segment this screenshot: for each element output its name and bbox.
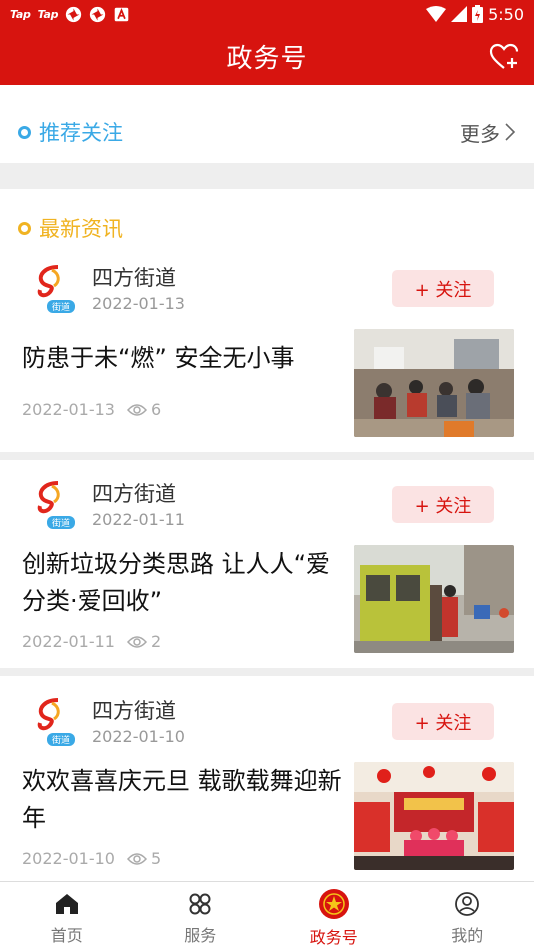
battery-icon bbox=[472, 5, 484, 23]
source-name: 四方街道 bbox=[92, 482, 176, 506]
source-badge: 街道 bbox=[52, 301, 70, 313]
source-name: 四方街道 bbox=[92, 266, 176, 290]
article-meta: 2022-01-13 6 bbox=[22, 400, 161, 419]
more-label: 更多 bbox=[460, 121, 500, 146]
tab-label: 服务 bbox=[184, 926, 217, 945]
source-name: 四方街道 bbox=[92, 699, 176, 723]
recommend-title: 推荐关注 bbox=[39, 121, 123, 145]
follow-button[interactable]: + 关注 bbox=[392, 270, 494, 307]
taptap-label-2: Tap bbox=[37, 7, 59, 21]
source-badge: 街道 bbox=[52, 517, 70, 529]
home-icon bbox=[55, 894, 78, 914]
page-title: 政务号 bbox=[226, 44, 308, 74]
article-card[interactable]: 街道 四方街道 2022-01-10 + 关注 欢欢喜喜庆元旦 载歌载舞迎新年 … bbox=[0, 687, 534, 885]
clock-time: 5:50 bbox=[488, 4, 524, 24]
source-avatar: 街道 bbox=[37, 265, 75, 313]
status-system: 5:50 bbox=[426, 5, 524, 24]
article-card[interactable]: 街道 四方街道 2022-01-13 + 关注 防患于未“燃” 安全无小事 20… bbox=[0, 254, 534, 452]
article-card[interactable]: 街道 四方街道 2022-01-11 + 关注 创新垃圾分类思路 让人人“爱分类… bbox=[0, 470, 534, 668]
view-count-value: 6 bbox=[150, 400, 162, 419]
article-thumbnail[interactable] bbox=[354, 329, 514, 437]
view-count-value: 5 bbox=[150, 849, 162, 868]
section-divider bbox=[0, 163, 534, 189]
article-date: 2022-01-10 bbox=[22, 849, 115, 868]
source-avatar: 街道 bbox=[37, 481, 75, 529]
latest-dot bbox=[18, 221, 31, 235]
pinwheel-icon bbox=[66, 6, 82, 22]
view-count-value: 2 bbox=[150, 632, 162, 651]
article-meta: 2022-01-10 5 bbox=[22, 849, 161, 868]
article-headline[interactable]: 防患于未“燃” 安全无小事 bbox=[22, 340, 342, 377]
view-count: 5 bbox=[126, 849, 162, 868]
app-a-icon bbox=[114, 7, 129, 21]
heart-plus-icon[interactable] bbox=[488, 41, 520, 73]
article-headline[interactable]: 创新垃圾分类思路 让人人“爱分类·爱回收” bbox=[22, 546, 342, 620]
tab-label: 首页 bbox=[50, 926, 83, 945]
taptap-label-1: Tap bbox=[10, 7, 31, 21]
article-date: 2022-01-11 bbox=[22, 632, 115, 651]
more-link[interactable]: 更多 bbox=[460, 118, 516, 147]
status-notifications: Tap Tap bbox=[10, 6, 130, 23]
bottom-tab-bar: 首页 服务 政务号 我的 bbox=[0, 881, 534, 950]
eye-icon bbox=[126, 635, 147, 648]
view-count: 6 bbox=[126, 400, 162, 419]
eye-icon bbox=[126, 852, 147, 865]
follow-button[interactable]: + 关注 bbox=[392, 486, 494, 523]
tab-label: 政务号 bbox=[309, 928, 358, 947]
latest-header: 最新资讯 bbox=[0, 210, 534, 246]
source-date: 2022-01-10 bbox=[92, 727, 185, 746]
article-thumbnail[interactable] bbox=[354, 545, 514, 653]
app-bar: 政务号 bbox=[0, 28, 534, 85]
tab-label: 我的 bbox=[451, 926, 484, 945]
follow-button[interactable]: + 关注 bbox=[392, 703, 494, 740]
card-divider bbox=[0, 452, 534, 460]
source-avatar: 街道 bbox=[37, 698, 75, 746]
article-date: 2022-01-13 bbox=[22, 400, 115, 419]
latest-title: 最新资讯 bbox=[39, 217, 123, 241]
grid-icon bbox=[189, 893, 211, 915]
user-icon bbox=[455, 892, 480, 916]
status-bar: Tap Tap 5:50 bbox=[0, 0, 534, 28]
pinwheel-icon-2 bbox=[90, 6, 106, 22]
signal-icon bbox=[451, 6, 468, 22]
chevron-right-icon bbox=[505, 123, 516, 141]
source-date: 2022-01-11 bbox=[92, 510, 185, 529]
emblem-icon bbox=[318, 889, 349, 919]
tab-services[interactable]: 服务 bbox=[134, 882, 268, 950]
recommend-header: 推荐关注 更多 bbox=[0, 112, 534, 152]
source-date: 2022-01-13 bbox=[92, 294, 185, 313]
article-thumbnail[interactable] bbox=[354, 762, 514, 870]
source-badge: 街道 bbox=[52, 734, 70, 746]
tab-profile[interactable]: 我的 bbox=[401, 882, 534, 950]
article-meta: 2022-01-11 2 bbox=[22, 632, 161, 651]
article-headline[interactable]: 欢欢喜喜庆元旦 载歌载舞迎新年 bbox=[22, 763, 342, 837]
view-count: 2 bbox=[126, 632, 162, 651]
tab-home[interactable]: 首页 bbox=[0, 882, 134, 950]
tab-gov-account[interactable]: 政务号 bbox=[267, 882, 401, 950]
card-divider bbox=[0, 668, 534, 676]
eye-icon bbox=[126, 403, 147, 416]
recommend-dot bbox=[18, 125, 31, 139]
wifi-icon bbox=[426, 6, 447, 22]
